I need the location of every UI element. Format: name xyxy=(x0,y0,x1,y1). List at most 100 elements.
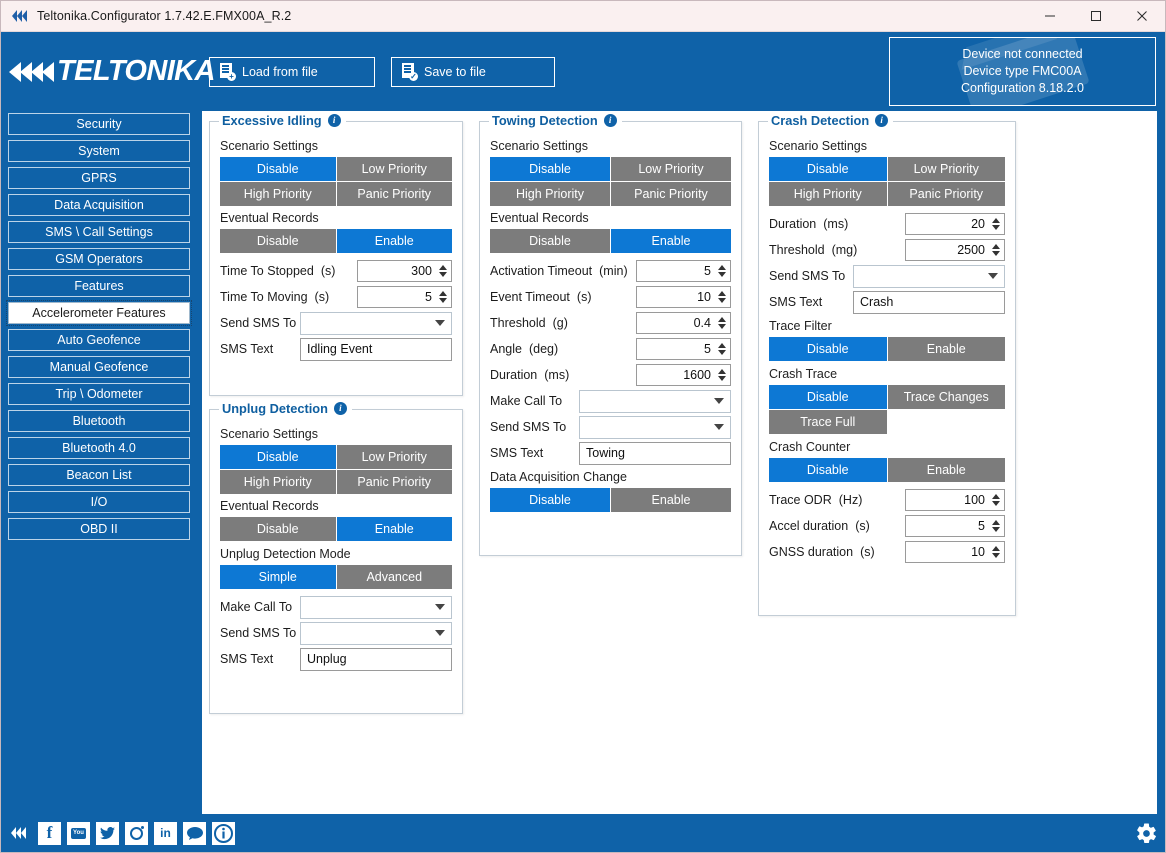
youtube-icon[interactable]: You xyxy=(67,821,90,845)
info-icon[interactable]: i xyxy=(875,114,889,127)
stepper-arrows-icon[interactable] xyxy=(990,543,1002,561)
stepper-arrows-icon[interactable] xyxy=(716,366,728,384)
sidebar-item-manual-geofence[interactable]: Manual Geofence xyxy=(8,356,190,378)
sidebar-item-security[interactable]: Security xyxy=(8,113,190,135)
crash-trace-full-button[interactable]: Trace Full xyxy=(769,410,887,434)
activation-timeout-stepper[interactable]: 5 xyxy=(636,260,731,282)
mode-simple-button[interactable]: Simple xyxy=(220,565,336,589)
eventual-enable-button[interactable]: Enable xyxy=(336,229,452,253)
daq-disable-button[interactable]: Disable xyxy=(490,488,610,512)
eventual-enable-button[interactable]: Enable xyxy=(336,517,452,541)
sidebar-item-bluetooth-40[interactable]: Bluetooth 4.0 xyxy=(8,437,190,459)
scenario-high-priority-button[interactable]: High Priority xyxy=(490,182,610,206)
linkedin-icon[interactable]: in xyxy=(154,821,177,845)
scenario-panic-priority-button[interactable]: Panic Priority xyxy=(611,182,731,206)
scenario-disable-button[interactable]: Disable xyxy=(490,157,610,181)
scenario-panic-priority-button[interactable]: Panic Priority xyxy=(336,182,452,206)
sidebar-item-gprs[interactable]: GPRS xyxy=(8,167,190,189)
eventual-disable-button[interactable]: Disable xyxy=(220,229,336,253)
twitter-icon[interactable] xyxy=(96,821,119,845)
stepper-arrows-icon[interactable] xyxy=(990,491,1002,509)
scenario-disable-button[interactable]: Disable xyxy=(220,445,336,469)
maximize-button[interactable] xyxy=(1073,1,1119,32)
send-sms-to-select[interactable] xyxy=(300,311,452,335)
stepper-arrows-icon[interactable] xyxy=(437,262,449,280)
sidebar-item-io[interactable]: I/O xyxy=(8,491,190,513)
stepper-arrows-icon[interactable] xyxy=(990,215,1002,233)
event-timeout-stepper[interactable]: 10 xyxy=(636,286,731,308)
sidebar-item-gsm-operators[interactable]: GSM Operators xyxy=(8,248,190,270)
sms-text-input[interactable]: Unplug xyxy=(300,647,452,671)
duration-stepper[interactable]: 20 xyxy=(905,213,1005,235)
threshold-stepper[interactable]: 0.4 xyxy=(636,312,731,334)
crash-trace-changes-button[interactable]: Trace Changes xyxy=(887,385,1005,409)
close-button[interactable] xyxy=(1119,1,1165,32)
scenario-panic-priority-button[interactable]: Panic Priority xyxy=(887,182,1005,206)
sms-text-input[interactable]: Crash xyxy=(853,290,1005,314)
sidebar-item-system[interactable]: System xyxy=(8,140,190,162)
sidebar-item-bluetooth[interactable]: Bluetooth xyxy=(8,410,190,432)
sidebar-item-sms-call-settings[interactable]: SMS \ Call Settings xyxy=(8,221,190,243)
eventual-enable-button[interactable]: Enable xyxy=(611,229,731,253)
scenario-low-priority-button[interactable]: Low Priority xyxy=(336,445,452,469)
scenario-low-priority-button[interactable]: Low Priority xyxy=(611,157,731,181)
scenario-disable-button[interactable]: Disable xyxy=(769,157,887,181)
make-call-to-select[interactable] xyxy=(579,389,731,413)
sidebar-item-features[interactable]: Features xyxy=(8,275,190,297)
info-icon[interactable]: i xyxy=(333,402,347,415)
sidebar-item-trip-odometer[interactable]: Trip \ Odometer xyxy=(8,383,190,405)
trace-filter-enable-button[interactable]: Enable xyxy=(887,337,1005,361)
save-to-file-button[interactable]: ✓ Save to file xyxy=(391,56,555,87)
send-sms-to-select[interactable] xyxy=(579,415,731,439)
eventual-disable-button[interactable]: Disable xyxy=(490,229,610,253)
crash-trace-disable-button[interactable]: Disable xyxy=(769,385,887,409)
accel-duration-stepper[interactable]: 5 xyxy=(905,515,1005,537)
forum-icon[interactable] xyxy=(183,821,206,845)
gnss-duration-stepper[interactable]: 10 xyxy=(905,541,1005,563)
time-to-stopped-stepper[interactable]: 300 xyxy=(357,260,452,282)
sms-text-input[interactable]: Towing xyxy=(579,441,731,465)
send-sms-to-select[interactable] xyxy=(300,621,452,645)
trace-odr-stepper[interactable]: 100 xyxy=(905,489,1005,511)
send-sms-to-select[interactable] xyxy=(853,264,1005,288)
info-icon[interactable]: i xyxy=(603,114,617,127)
scenario-high-priority-button[interactable]: High Priority xyxy=(769,182,887,206)
mode-advanced-button[interactable]: Advanced xyxy=(336,565,452,589)
facebook-icon[interactable]: f xyxy=(38,821,61,845)
stepper-arrows-icon[interactable] xyxy=(437,288,449,306)
stepper-arrows-icon[interactable] xyxy=(716,340,728,358)
load-from-file-button[interactable]: + Load from file xyxy=(209,56,375,87)
time-to-moving-stepper[interactable]: 5 xyxy=(357,286,452,308)
stepper-arrows-icon[interactable] xyxy=(716,262,728,280)
sidebar-item-auto-geofence[interactable]: Auto Geofence xyxy=(8,329,190,351)
scenario-low-priority-button[interactable]: Low Priority xyxy=(336,157,452,181)
info-icon[interactable] xyxy=(212,821,235,845)
trace-filter-disable-button[interactable]: Disable xyxy=(769,337,887,361)
stepper-arrows-icon[interactable] xyxy=(716,314,728,332)
stepper-arrows-icon[interactable] xyxy=(990,517,1002,535)
settings-button[interactable] xyxy=(1133,820,1159,846)
daq-enable-button[interactable]: Enable xyxy=(611,488,731,512)
scenario-high-priority-button[interactable]: High Priority xyxy=(220,182,336,206)
minimize-button[interactable] xyxy=(1027,1,1073,32)
angle-stepper[interactable]: 5 xyxy=(636,338,731,360)
stepper-arrows-icon[interactable] xyxy=(990,241,1002,259)
crash-counter-disable-button[interactable]: Disable xyxy=(769,458,887,482)
sidebar-item-obd-ii[interactable]: OBD II xyxy=(8,518,190,540)
make-call-to-select[interactable] xyxy=(300,595,452,619)
scenario-high-priority-button[interactable]: High Priority xyxy=(220,470,336,494)
scenario-low-priority-button[interactable]: Low Priority xyxy=(887,157,1005,181)
sms-text-input[interactable]: Idling Event xyxy=(300,337,452,361)
eventual-disable-button[interactable]: Disable xyxy=(220,517,336,541)
stepper-arrows-icon[interactable] xyxy=(716,288,728,306)
sidebar-item-accelerometer-features[interactable]: Accelerometer Features xyxy=(6,300,192,326)
sidebar-item-data-acquisition[interactable]: Data Acquisition xyxy=(8,194,190,216)
scenario-disable-button[interactable]: Disable xyxy=(220,157,336,181)
threshold-stepper[interactable]: 2500 xyxy=(905,239,1005,261)
instagram-icon[interactable] xyxy=(125,821,148,845)
duration-stepper[interactable]: 1600 xyxy=(636,364,731,386)
info-icon[interactable]: i xyxy=(327,114,341,127)
teltonika-logo-icon[interactable] xyxy=(9,822,32,845)
scenario-panic-priority-button[interactable]: Panic Priority xyxy=(336,470,452,494)
sidebar-item-beacon-list[interactable]: Beacon List xyxy=(8,464,190,486)
